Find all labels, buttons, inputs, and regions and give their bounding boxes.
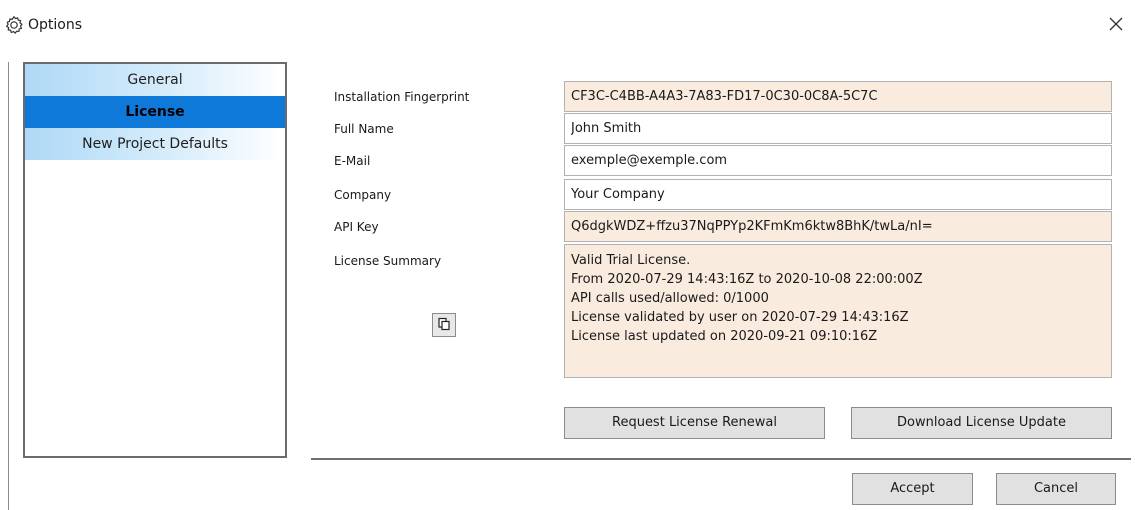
email-label: E-Mail [334, 154, 371, 168]
summary-line: License validated by user on 2020-07-29 … [571, 310, 909, 325]
nav-item-license[interactable]: License [25, 96, 285, 128]
email-field[interactable] [564, 145, 1112, 176]
company-label: Company [334, 188, 392, 202]
api-key-field[interactable] [564, 211, 1112, 242]
license-summary-label: License Summary [334, 254, 442, 268]
download-license-update-button[interactable]: Download License Update [851, 407, 1112, 439]
license-summary-box[interactable]: Valid Trial License. From 2020-07-29 14:… [564, 244, 1112, 378]
nav-item-general[interactable]: General [25, 64, 285, 96]
summary-line: API calls used/allowed: 0/1000 [571, 291, 769, 306]
nav-item-new-project-defaults[interactable]: New Project Defaults [25, 128, 285, 160]
window-left-border [8, 62, 9, 510]
cancel-button[interactable]: Cancel [996, 473, 1116, 505]
api-key-label: API Key [334, 220, 379, 234]
request-license-renewal-button[interactable]: Request License Renewal [564, 407, 825, 439]
close-icon [1109, 16, 1123, 35]
copy-summary-button[interactable] [432, 313, 456, 337]
copy-icon [437, 316, 451, 335]
nav-item-label: License [125, 104, 185, 120]
full-name-field[interactable] [564, 113, 1112, 144]
fingerprint-field[interactable] [564, 81, 1112, 112]
gear-icon [4, 15, 24, 35]
footer-divider [311, 458, 1131, 460]
close-button[interactable] [1101, 10, 1131, 40]
accept-button[interactable]: Accept [852, 473, 973, 505]
summary-line: Valid Trial License. [571, 253, 691, 268]
fingerprint-label: Installation Fingerprint [334, 90, 470, 104]
window-title: Options [28, 17, 83, 33]
company-field[interactable] [564, 179, 1112, 210]
full-name-label: Full Name [334, 122, 394, 136]
nav-item-label: New Project Defaults [82, 136, 228, 152]
summary-line: License last updated on 2020-09-21 09:10… [571, 329, 878, 344]
nav-item-label: General [127, 72, 183, 88]
summary-line: From 2020-07-29 14:43:16Z to 2020-10-08 … [571, 272, 923, 287]
title-bar: Options [0, 0, 1135, 50]
options-category-list: General License New Project Defaults [23, 62, 287, 458]
